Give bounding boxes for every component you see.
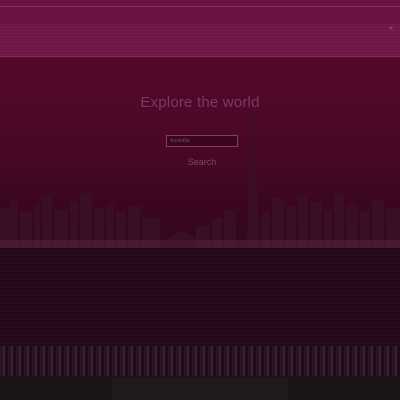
footer-pattern xyxy=(0,346,400,376)
footer-panel xyxy=(112,378,288,400)
close-icon[interactable]: ✕ xyxy=(388,26,394,32)
page: ✕ Explore the world Australia Search xyxy=(0,0,400,400)
toolbar-divider xyxy=(0,6,400,7)
browser-tab-strip xyxy=(0,24,400,57)
city-skyline-image xyxy=(0,110,400,248)
browser-toolbar xyxy=(0,0,400,25)
hero-title: Explore the world xyxy=(140,94,260,111)
water-reflection xyxy=(0,248,400,348)
search-input[interactable] xyxy=(166,135,238,147)
search-button[interactable]: Search xyxy=(180,155,224,169)
